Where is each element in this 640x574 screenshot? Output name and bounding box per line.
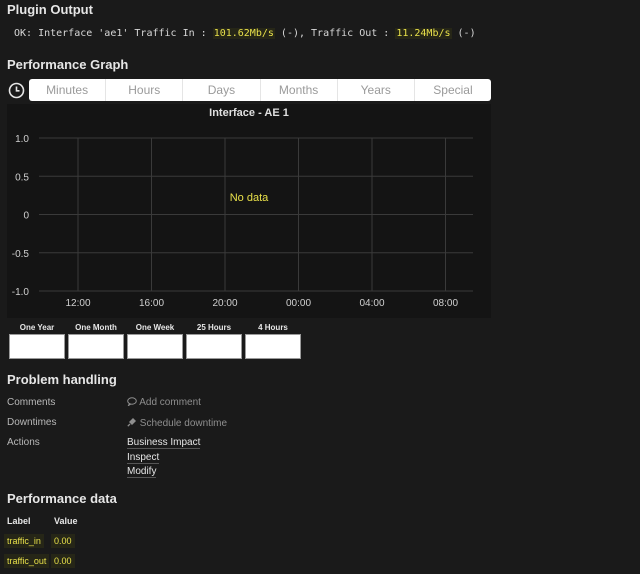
thumbnail-image[interactable] — [245, 334, 301, 359]
perf-row-value: 0.00 — [51, 534, 75, 548]
plugin-output-middle: (-), Traffic Out : — [274, 28, 396, 39]
x-tick-label: 20:00 — [212, 298, 237, 309]
x-tick-label: 12:00 — [65, 298, 90, 309]
action-inspect[interactable]: Inspect — [127, 452, 160, 464]
tab-hours[interactable]: Hours — [106, 79, 184, 101]
y-tick-label: -0.5 — [12, 249, 30, 260]
performance-graph: Interface - AE 1 1.0 0.5 0 -0.5 -1.0 12:00 16:… — [7, 104, 491, 318]
add-comment-label: Add comment — [139, 397, 201, 408]
comment-icon — [127, 397, 137, 407]
thumbnail-25-hours[interactable]: 25 Hours — [186, 322, 242, 359]
thumbnail-label: One Month — [75, 323, 117, 332]
tab-minutes[interactable]: Minutes — [29, 79, 107, 101]
action-business-impact[interactable]: Business Impact — [127, 437, 201, 449]
x-tick-label: 08:00 — [433, 298, 458, 309]
performance-graph-title: Performance Graph — [7, 57, 129, 72]
thumbnail-image[interactable] — [127, 334, 183, 359]
plugin-output-title: Plugin Output — [7, 2, 93, 17]
tab-days[interactable]: Days — [183, 79, 261, 101]
comments-label: Comments — [7, 397, 56, 408]
y-tick-label: 0.5 — [15, 172, 29, 183]
actions-label: Actions — [7, 437, 40, 448]
perf-row-label: traffic_out — [4, 554, 50, 568]
schedule-downtime-label: Schedule downtime — [139, 418, 228, 429]
no-data-label: No data — [230, 192, 269, 204]
thumbnail-label: 25 Hours — [196, 323, 232, 332]
time-range-tabs: Minutes Hours Days Months Years Special — [29, 79, 491, 101]
clock-icon[interactable] — [8, 82, 25, 99]
plugin-output-text: OK: Interface 'ae1' Traffic In : 101.62M… — [14, 28, 476, 39]
x-tick-label: 16:00 — [139, 298, 164, 309]
thumbnail-4-hours[interactable]: 4 Hours — [245, 322, 301, 359]
tab-months[interactable]: Months — [261, 79, 338, 101]
action-modify[interactable]: Modify — [127, 466, 157, 478]
graph-canvas: 1.0 0.5 0 -0.5 -1.0 12:00 16:00 20:00 00:00 04:00… — [12, 134, 473, 309]
traffic-in-value: 101.62Mb/s — [212, 28, 275, 39]
thumbnail-image[interactable] — [9, 334, 65, 359]
thumbnail-label: One Week — [135, 323, 175, 332]
perf-col-label: Label — [7, 516, 31, 526]
thumbnail-label: One Year — [19, 323, 55, 332]
perf-row-label: traffic_in — [4, 534, 44, 548]
thumbnail-image[interactable] — [186, 334, 242, 359]
add-comment-link[interactable]: Add comment — [127, 397, 201, 408]
action-modify-label[interactable]: Modify — [127, 466, 157, 478]
traffic-out-value: 11.24Mb/s — [395, 28, 452, 39]
perf-col-value: Value — [54, 516, 78, 526]
y-tick-label: 0 — [23, 211, 29, 222]
plugin-output-suffix: (-) — [451, 28, 476, 39]
y-tick-label: 1.0 — [15, 134, 29, 145]
tab-special[interactable]: Special — [415, 79, 491, 101]
schedule-downtime-link[interactable]: Schedule downtime — [127, 417, 227, 429]
downtimes-label: Downtimes — [7, 417, 57, 428]
action-inspect-label[interactable]: Inspect — [127, 452, 160, 464]
y-tick-label: -1.0 — [12, 287, 30, 298]
thumbnail-image[interactable] — [68, 334, 124, 359]
thumbnail-label: 4 Hours — [258, 323, 288, 332]
tab-years[interactable]: Years — [338, 79, 415, 101]
performance-data-title: Performance data — [7, 491, 117, 506]
x-tick-label: 04:00 — [359, 298, 384, 309]
problem-handling-title: Problem handling — [7, 372, 117, 387]
plugin-output-prefix: OK: Interface 'ae1' Traffic In : — [14, 28, 213, 39]
thumbnail-one-week[interactable]: One Week — [127, 322, 183, 359]
perf-row-value: 0.00 — [51, 554, 75, 568]
thumbnail-one-month[interactable]: One Month — [68, 322, 124, 359]
plug-icon — [127, 418, 136, 427]
thumbnail-one-year[interactable]: One Year — [9, 322, 65, 359]
x-tick-label: 00:00 — [286, 298, 311, 309]
action-business-impact-label[interactable]: Business Impact — [127, 437, 201, 449]
